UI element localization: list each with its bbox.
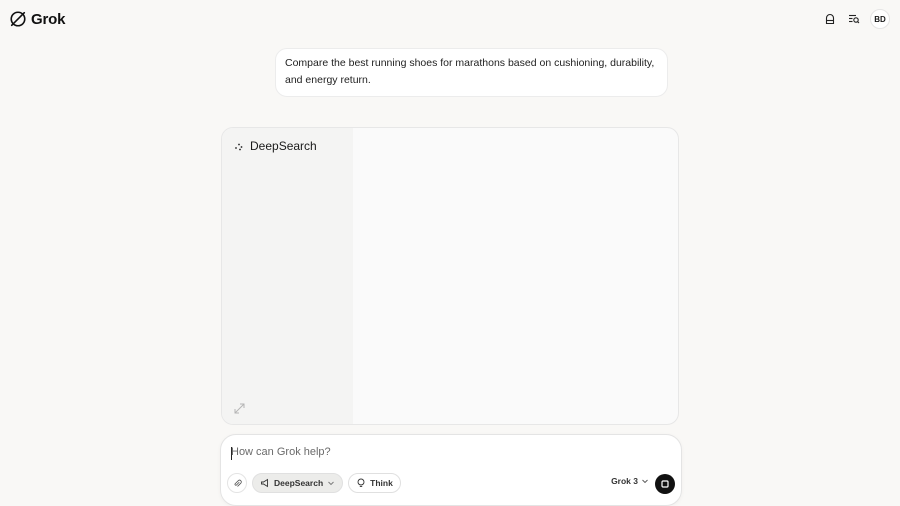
app-name: Grok <box>31 10 66 28</box>
composer-tools: DeepSearch Think <box>227 473 401 493</box>
user-avatar[interactable]: BD <box>870 9 890 29</box>
attach-button[interactable] <box>227 473 247 493</box>
private-chat-button[interactable] <box>820 9 840 29</box>
send-icon <box>661 480 669 488</box>
deepsearch-steps-sidebar <box>222 128 353 424</box>
think-toggle[interactable]: Think <box>348 473 401 493</box>
prompt-input[interactable]: How can Grok help? <box>231 446 331 458</box>
deepsearch-title: DeepSearch <box>250 139 317 153</box>
history-search-icon <box>849 14 860 24</box>
deepsearch-panel: DeepSearch <box>221 127 679 425</box>
megaphone-icon <box>261 478 268 488</box>
grok-logo[interactable]: Grok <box>9 10 65 28</box>
deepsearch-toggle[interactable]: DeepSearch <box>252 473 344 493</box>
expand-icon[interactable] <box>234 403 245 414</box>
deepsearch-toggle-label: DeepSearch <box>274 478 324 488</box>
sparkle-icon <box>235 143 243 151</box>
history-button[interactable] <box>844 9 864 29</box>
model-selector[interactable]: Grok 3 <box>611 476 649 486</box>
user-message-bubble: Compare the best running shoes for marat… <box>275 48 668 97</box>
model-label: Grok 3 <box>611 476 638 486</box>
ghost-icon <box>825 13 835 25</box>
grok-logo-icon <box>10 11 26 27</box>
lightbulb-icon <box>357 478 365 487</box>
deepsearch-header: DeepSearch <box>234 139 317 153</box>
chevron-down-icon[interactable] <box>327 479 335 487</box>
paperclip-icon <box>234 479 242 487</box>
message-composer[interactable]: How can Grok help? DeepSearch Think Grok… <box>220 434 682 506</box>
send-button[interactable] <box>655 474 675 494</box>
header-actions: BD <box>820 9 890 29</box>
think-toggle-label: Think <box>370 478 393 488</box>
